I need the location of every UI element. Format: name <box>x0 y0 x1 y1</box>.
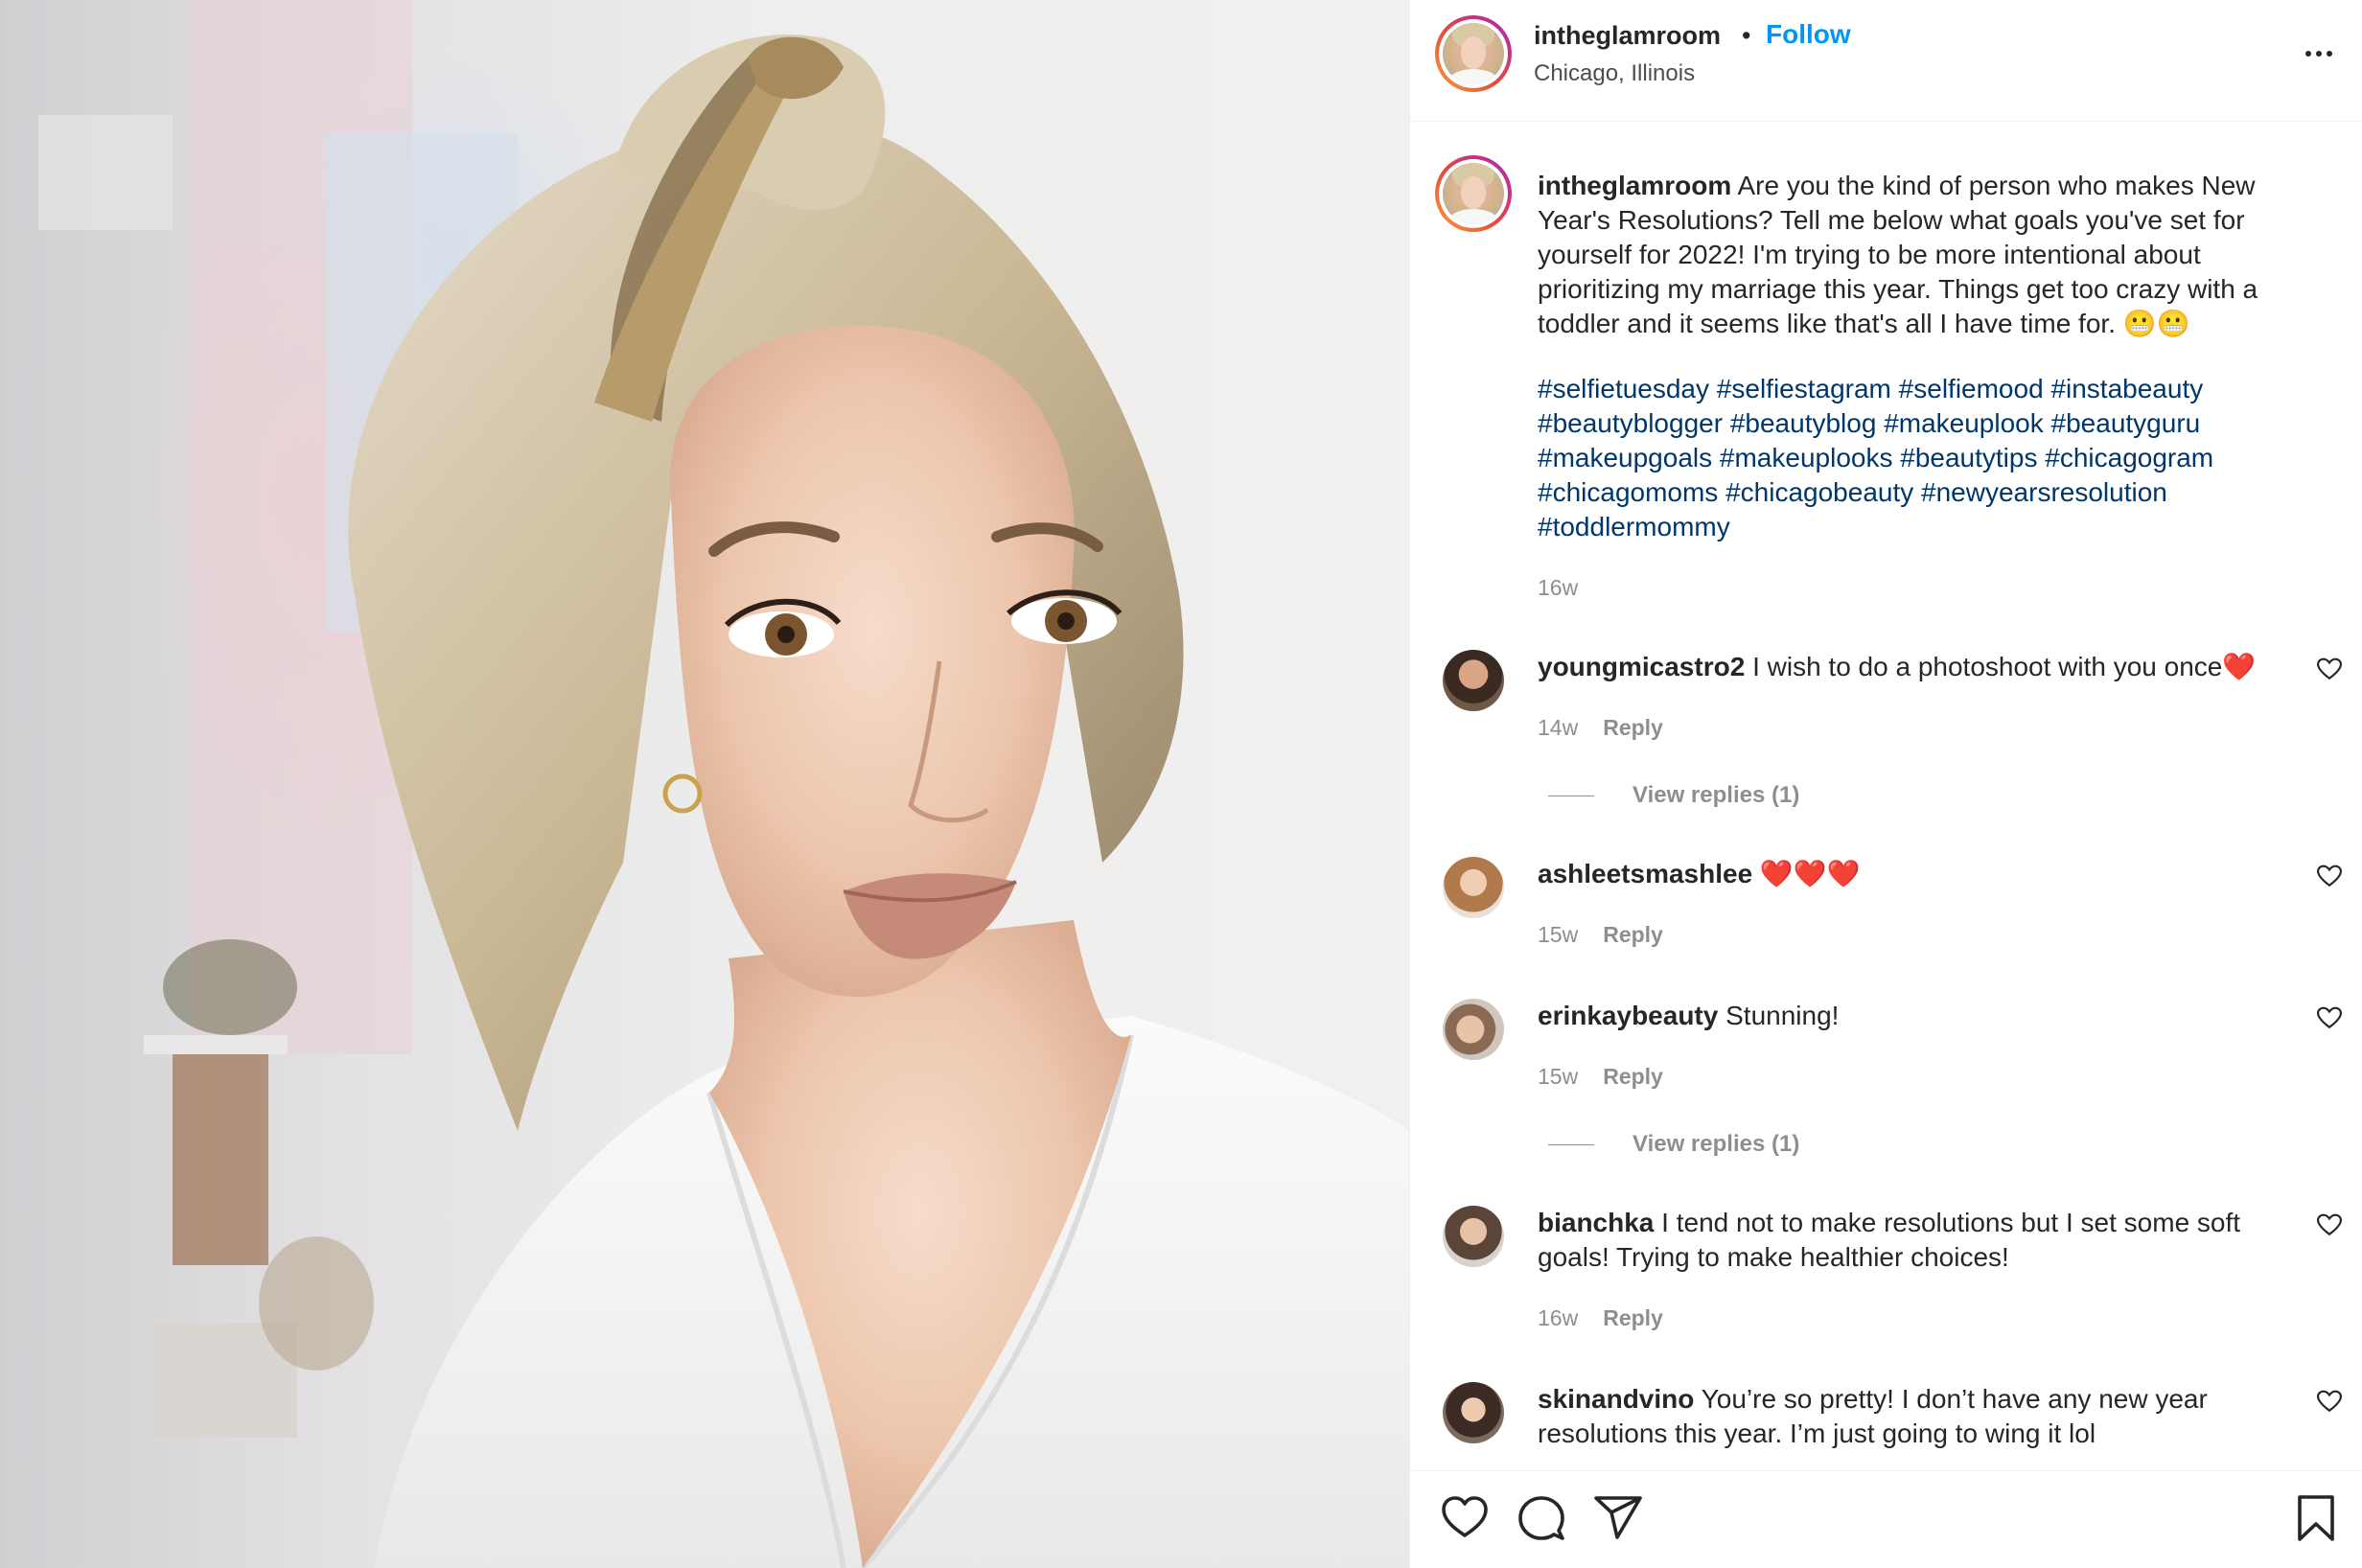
separator-dot: • <box>1742 21 1751 50</box>
comment-meta: 15w Reply <box>1538 1064 1663 1090</box>
hashtag[interactable]: #makeupgoals <box>1538 443 1712 473</box>
post-detail-panel: intheglamroom • Follow Chicago, Illinois… <box>1409 0 2362 1568</box>
hashtag[interactable]: #chicagomoms <box>1538 477 1718 507</box>
comment-meta: 14w Reply <box>1538 715 1663 741</box>
author-username[interactable]: intheglamroom <box>1534 21 1721 51</box>
reply-button[interactable]: Reply <box>1603 922 1663 947</box>
view-replies-label: View replies (1) <box>1633 1131 1800 1157</box>
heart-icon[interactable] <box>2317 865 2342 888</box>
hashtag[interactable]: #beautyblog <box>1730 408 1877 438</box>
location-link[interactable]: Chicago, Illinois <box>1534 60 1695 87</box>
view-replies-label: View replies (1) <box>1633 782 1800 808</box>
heart-icon[interactable] <box>1439 1492 1491 1544</box>
comment-username[interactable]: bianchka <box>1538 1208 1654 1237</box>
comment-timestamp[interactable]: 15w <box>1538 1064 1578 1089</box>
hashtag[interactable]: #beautyblogger <box>1538 408 1723 438</box>
avatar[interactable] <box>1443 650 1504 711</box>
caption-avatar[interactable] <box>1435 155 1512 232</box>
comment-text: youngmicastro2 I wish to do a photoshoot… <box>1538 650 2285 684</box>
comment-username[interactable]: ashleetsmashlee <box>1538 859 1752 888</box>
caption-timestamp[interactable]: 16w <box>1538 575 1578 601</box>
view-replies-button[interactable]: View replies (1) <box>1548 1131 1799 1158</box>
action-bar <box>1410 1470 2362 1568</box>
comment-timestamp[interactable]: 14w <box>1538 715 1578 740</box>
hashtag[interactable]: #toddlermommy <box>1538 512 1730 542</box>
comment-text: skinandvino You’re so pretty! I don’t ha… <box>1538 1382 2285 1451</box>
hashtag[interactable]: #selfiemood <box>1899 374 2044 404</box>
selfie-image <box>38 0 1409 1568</box>
comment-text: ashleetsmashlee ❤️❤️❤️ <box>1538 857 2285 891</box>
comment-icon[interactable] <box>1516 1492 1567 1544</box>
comments-list[interactable]: intheglamroom Are you the kind of person… <box>1410 123 2362 1470</box>
avatar[interactable] <box>1443 857 1504 918</box>
follow-button[interactable]: Follow <box>1766 19 1851 50</box>
divider <box>1548 1144 1594 1146</box>
author-avatar[interactable] <box>1435 15 1512 92</box>
heart-icon[interactable] <box>2317 1006 2342 1029</box>
caption-text: intheglamroom Are you the kind of person… <box>1538 169 2314 341</box>
comment-body: ❤️❤️❤️ <box>1759 859 1861 888</box>
avatar[interactable] <box>1443 1206 1504 1267</box>
bookmark-icon[interactable] <box>2290 1492 2342 1544</box>
hashtag[interactable]: #makeuplooks <box>1720 443 1893 473</box>
heart-icon[interactable] <box>2317 657 2342 680</box>
comment-username[interactable]: skinandvino <box>1538 1384 1694 1414</box>
caption-username[interactable]: intheglamroom <box>1538 171 1731 200</box>
comment-text: erinkaybeauty Stunning! <box>1538 999 2285 1033</box>
heart-icon[interactable] <box>2317 1213 2342 1236</box>
comment-username[interactable]: youngmicastro2 <box>1538 652 1745 681</box>
post-photo[interactable] <box>0 0 1409 1568</box>
share-icon[interactable] <box>1592 1492 1644 1544</box>
hashtag[interactable]: #beautytips <box>1900 443 2037 473</box>
comment-timestamp[interactable]: 16w <box>1538 1305 1578 1330</box>
hashtag[interactable]: #chicagogram <box>2045 443 2213 473</box>
reply-button[interactable]: Reply <box>1603 715 1663 740</box>
hashtag[interactable]: #selfietuesday <box>1538 374 1709 404</box>
hashtag[interactable]: #beautyguru <box>2051 408 2201 438</box>
hashtag[interactable]: #instabeauty <box>2050 374 2203 404</box>
hashtag-list: #selfietuesday #selfiestagram #selfiemoo… <box>1538 372 2314 544</box>
avatar[interactable] <box>1443 1382 1504 1443</box>
reply-button[interactable]: Reply <box>1603 1305 1663 1330</box>
comment-meta: 15w Reply <box>1538 922 1663 948</box>
hashtag[interactable]: #chicagobeauty <box>1725 477 1913 507</box>
comment-text: bianchka I tend not to make resolutions … <box>1538 1206 2285 1275</box>
more-options-icon[interactable] <box>2300 36 2338 71</box>
reply-button[interactable]: Reply <box>1603 1064 1663 1089</box>
hashtag[interactable]: #makeuplook <box>1884 408 2044 438</box>
comment-body: I wish to do a photoshoot with you once❤… <box>1752 652 2257 681</box>
heart-icon[interactable] <box>2317 1390 2342 1413</box>
avatar[interactable] <box>1443 999 1504 1060</box>
comment-meta: 16w Reply <box>1538 1305 1663 1331</box>
view-replies-button[interactable]: View replies (1) <box>1548 782 1799 809</box>
comment-timestamp[interactable]: 15w <box>1538 922 1578 947</box>
hashtag[interactable]: #selfiestagram <box>1717 374 1891 404</box>
comment-username[interactable]: erinkaybeauty <box>1538 1001 1718 1030</box>
comment-body: Stunning! <box>1725 1001 1840 1030</box>
post-header: intheglamroom • Follow Chicago, Illinois <box>1410 0 2362 122</box>
hashtag[interactable]: #newyearsresolution <box>1921 477 2167 507</box>
